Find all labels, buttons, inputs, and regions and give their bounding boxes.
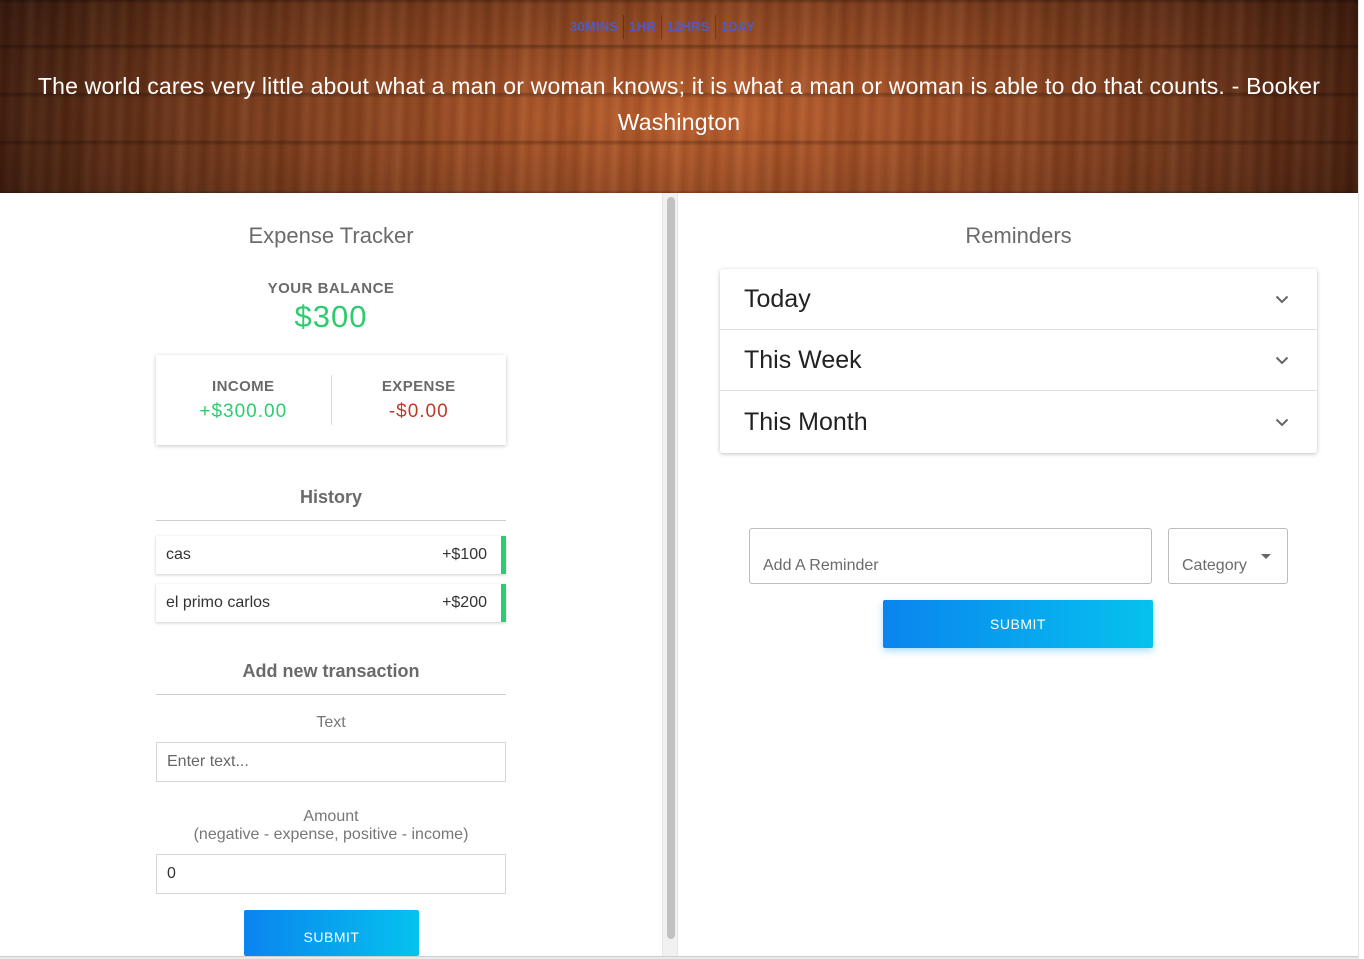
scrollbar-thumb[interactable] [667,197,675,939]
category-select-label: Category [1182,557,1247,574]
income-label: INCOME [212,377,275,395]
transaction-amount-input[interactable] [156,854,506,894]
accordion-label: This Week [744,345,862,374]
add-transaction-heading: Add new transaction [156,661,506,695]
accordion-this-week[interactable]: This Week [720,330,1317,391]
accordion-label: Today [744,284,811,313]
reminders-accordion: Today This Week This Month [720,269,1317,453]
text-field-label: Text [316,714,346,731]
income-value: +$300.00 [199,400,288,422]
amount-field-label: Amount (negative - expense, positive - i… [156,808,506,844]
left-panel-scrollbar[interactable] [662,193,678,956]
add-transaction-submit-button[interactable]: SUBMIT [244,910,419,956]
chevron-down-icon [1275,353,1289,367]
amount-label-title: Amount [303,808,359,825]
history-item[interactable]: cas +$100 [156,536,506,574]
reminders-panel: Reminders Today This Week This Month Cat… [679,193,1358,956]
quote-text: The world cares very little about what a… [37,73,1321,135]
balance-value: $300 [294,299,368,334]
accordion-label: This Month [744,407,868,436]
timer-tab-30mins[interactable]: 30MINS [565,15,625,39]
caret-down-icon [1261,554,1271,559]
category-select[interactable]: Category [1168,528,1288,584]
chevron-down-icon [1275,292,1289,306]
chevron-down-icon [1275,415,1289,429]
transaction-text-input[interactable] [156,742,506,782]
timer-tab-12hrs[interactable]: 12HRS [662,15,716,39]
timer-tab-1day[interactable]: 1DAY [716,15,760,39]
expense-value: -$0.00 [388,400,449,422]
expense-tracker-panel: Expense Tracker YOUR BALANCE $300 INCOME… [0,193,662,956]
timer-tabs: 30MINS 1HR 12HRS 1DAY [565,15,760,39]
expense-tracker-title: Expense Tracker [248,223,414,248]
history-item[interactable]: el primo carlos +$200 [156,584,506,622]
window-edge [1358,0,1364,959]
add-reminder-input[interactable] [749,528,1152,584]
reminders-title: Reminders [965,223,1072,248]
balance-label: YOUR BALANCE [267,280,395,297]
history-item-amount: +$200 [442,594,487,611]
income-expense-card: INCOME +$300.00 EXPENSE -$0.00 [156,355,506,445]
history-heading: History [156,487,506,521]
amount-label-hint: (negative - expense, positive - income) [193,826,469,843]
history-item-text: el primo carlos [166,594,271,611]
accordion-this-month[interactable]: This Month [720,391,1317,453]
history-item-text: cas [166,546,191,563]
timer-tab-1hr[interactable]: 1HR [624,15,662,39]
history-item-amount: +$100 [442,546,487,563]
expense-label: EXPENSE [381,377,456,395]
income-block: INCOME +$300.00 [156,378,331,423]
expense-block: EXPENSE -$0.00 [332,378,507,423]
accordion-today[interactable]: Today [720,269,1317,330]
add-reminder-submit-button[interactable]: SUBMIT [883,600,1153,648]
